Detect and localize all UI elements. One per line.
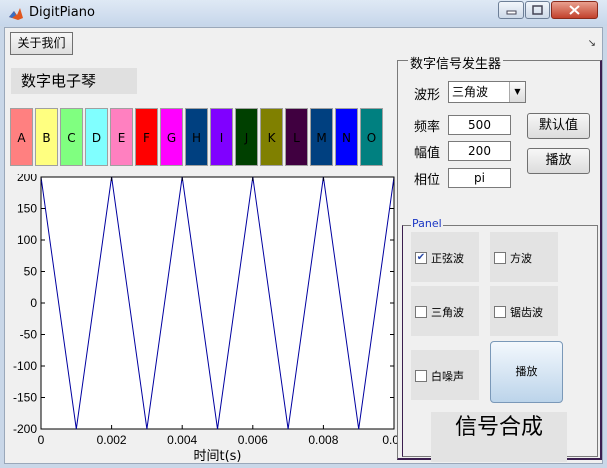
panel-title: Panel [411,217,443,230]
piano-key-e[interactable]: E [110,108,133,166]
signal-generator-panel: 数字信号发生器 波形 三角波 ▼ 频率 500 幅值 200 相位 pi 默认值… [397,53,602,462]
waveform-label: 波形 [414,88,441,103]
y-tick-label: 150 [17,202,37,216]
frequency-input[interactable]: 500 [448,115,511,135]
piano-key-m[interactable]: M [310,108,333,166]
x-tick-label: 0.008 [308,433,338,447]
piano-key-j[interactable]: J [235,108,258,166]
piano-key-h[interactable]: H [185,108,208,166]
piano-key-f[interactable]: F [135,108,158,166]
sine-label: 正弦波 [431,252,464,265]
y-tick-label: -100 [13,359,37,373]
signal-synthesis-label: 信号合成 [431,412,567,462]
sine-checkbox[interactable]: ✔ [415,252,427,264]
x-axis-label: 时间t(s) [193,449,241,464]
maximize-icon [532,5,543,15]
app-window: DigitPiano 关于我们 ↘ 数字电子琴 ABCDEFGHIJKLMNO … [0,0,607,468]
square-checkbox-cell[interactable]: 方波 [490,232,558,282]
y-tick-label: 0 [30,296,37,310]
triangle-checkbox-cell[interactable]: 三角波 [411,286,479,336]
x-tick-label: 0.004 [167,433,197,447]
phase-label: 相位 [414,173,441,188]
y-tick-label: -150 [13,391,37,405]
y-tick-label: 200 [17,174,37,184]
waveform-panel: Panel ✔ 正弦波 方波 三角波 锯齿波 白噪声 播放 信号合成 [402,217,598,462]
waveform-value: 三角波 [452,85,489,99]
piano-key-l[interactable]: L [285,108,308,166]
sawtooth-checkbox[interactable] [494,306,506,318]
y-tick-label: 50 [24,265,38,279]
check-icon: ✔ [416,252,426,263]
piano-key-k[interactable]: K [260,108,283,166]
waveform-plot: 200150100500-50-100-150-2000 0.002 0.004 0.… [13,174,399,464]
piano-key-b[interactable]: B [35,108,58,166]
sine-checkbox-cell[interactable]: ✔ 正弦波 [411,232,479,282]
about-us-menu[interactable]: 关于我们 [10,32,73,55]
amplitude-input[interactable]: 200 [448,141,511,161]
signal-generator-title: 数字信号发生器 [408,53,504,72]
sawtooth-checkbox-cell[interactable]: 锯齿波 [490,286,558,336]
synth-play-button[interactable]: 播放 [490,341,563,403]
piano-key-c[interactable]: C [60,108,83,166]
piano-key-d[interactable]: D [85,108,108,166]
y-tick-label: 100 [17,233,37,247]
close-button[interactable] [551,1,598,19]
x-tick-label: 0.006 [238,433,268,447]
play-button[interactable]: 播放 [527,148,590,174]
noise-label: 白噪声 [431,370,464,383]
amplitude-label: 幅值 [414,146,441,161]
dock-arrow-icon[interactable]: ↘ [588,38,596,49]
maximize-button[interactable] [525,1,550,19]
triangle-label: 三角波 [431,306,464,319]
default-values-button[interactable]: 默认值 [527,113,590,139]
minimize-icon [506,10,517,15]
noise-checkbox-cell[interactable]: 白噪声 [411,350,479,400]
matlab-icon [9,8,23,20]
close-icon [569,5,580,15]
dropdown-arrow-icon[interactable]: ▼ [509,82,525,102]
piano-key-o[interactable]: O [360,108,383,166]
piano-key-i[interactable]: I [210,108,233,166]
app-title-label: 数字电子琴 [11,68,137,94]
square-label: 方波 [510,252,532,265]
menu-bar: 关于我们 ↘ [5,28,602,58]
piano-key-g[interactable]: G [160,108,183,166]
sawtooth-label: 锯齿波 [510,306,543,319]
y-tick-label: -50 [20,328,38,342]
y-tick-label: -200 [13,422,37,436]
piano-key-a[interactable]: A [10,108,33,166]
minimize-button[interactable] [498,1,524,19]
figure-client-area: 关于我们 ↘ 数字电子琴 ABCDEFGHIJKLMNO 200 150 100 50… [4,27,603,464]
noise-checkbox[interactable] [415,370,427,382]
window-title: DigitPiano [29,5,95,20]
x-tick-label: 0.002 [97,433,127,447]
waveform-select[interactable]: 三角波 ▼ [448,81,526,103]
x-tick-label: 0 [38,433,45,447]
square-checkbox[interactable] [494,252,506,264]
phase-input[interactable]: pi [448,168,511,188]
piano-key-n[interactable]: N [335,108,358,166]
triangle-checkbox[interactable] [415,306,427,318]
frequency-label: 频率 [414,120,441,135]
title-bar[interactable]: DigitPiano [0,0,607,26]
